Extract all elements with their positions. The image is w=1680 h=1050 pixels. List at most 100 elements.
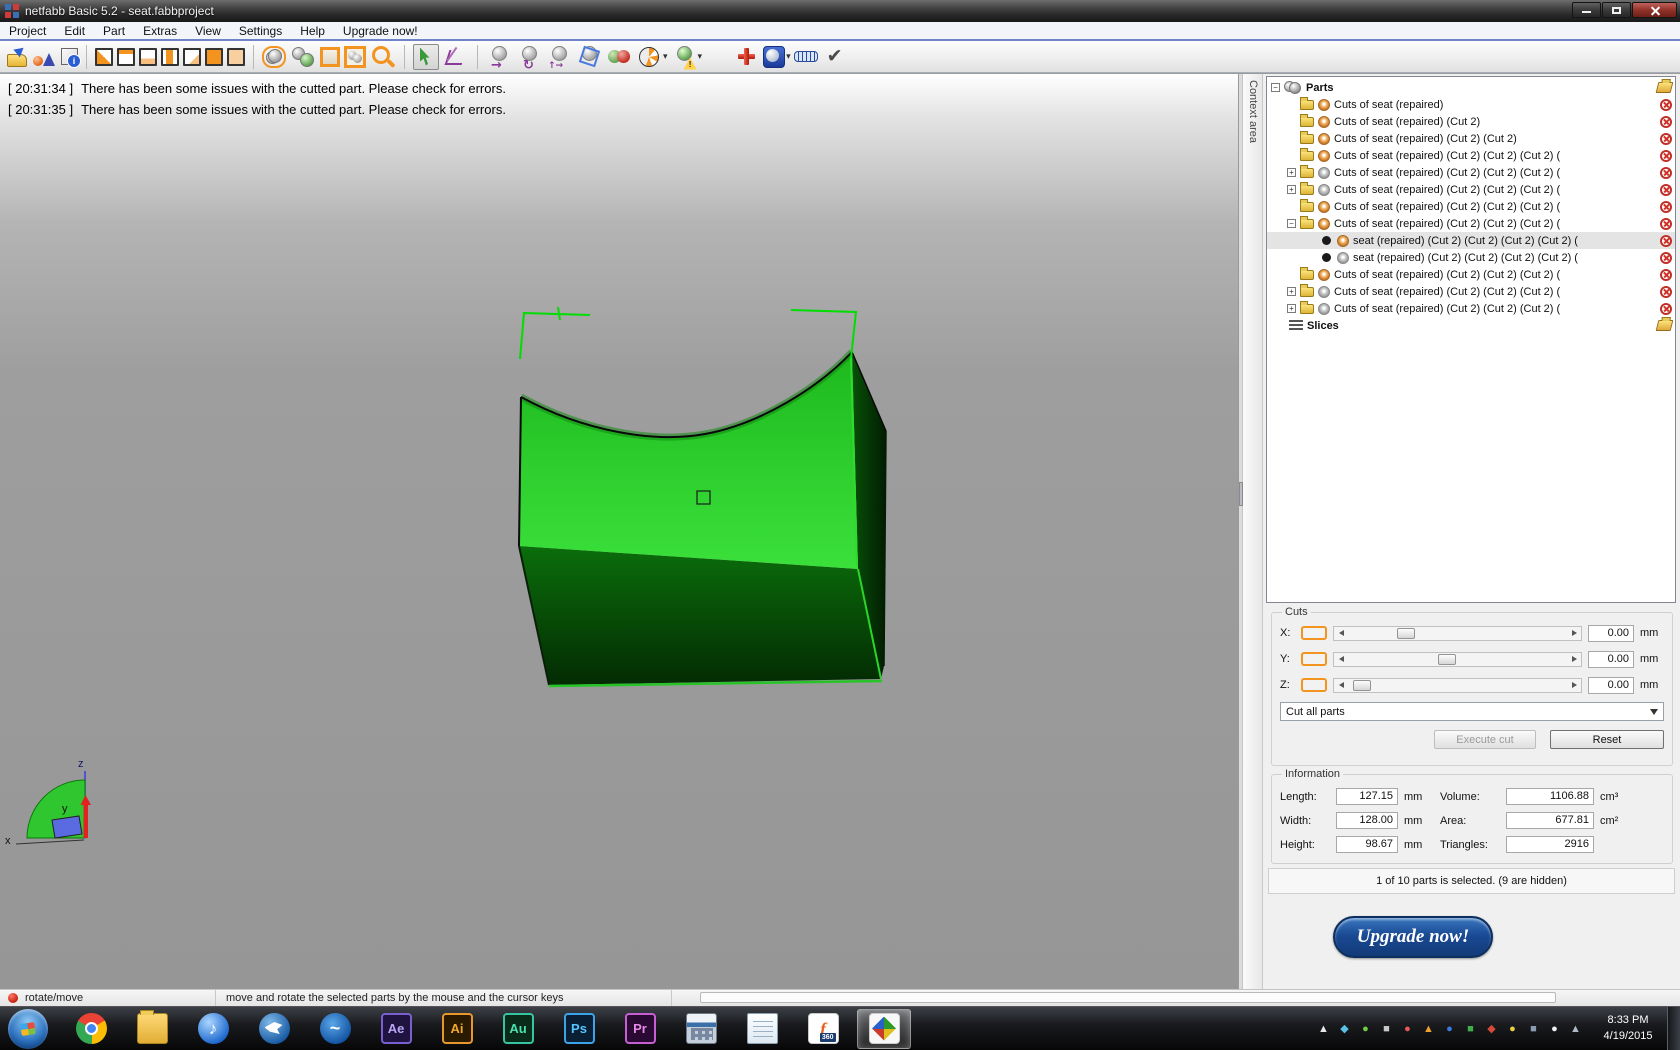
open-folder-icon[interactable] [1656, 320, 1674, 331]
cut-value-field[interactable]: 0.00 [1588, 651, 1634, 668]
add-primitives-icon[interactable] [31, 44, 57, 70]
delete-part-icon[interactable] [1660, 286, 1672, 298]
visibility-eye-icon[interactable] [1318, 303, 1330, 315]
show-desktop-button[interactable] [1667, 1007, 1680, 1050]
tree-expander[interactable]: − [1287, 219, 1296, 228]
part-information-icon[interactable] [61, 48, 78, 65]
zoom-tool-icon[interactable] [370, 44, 396, 70]
delete-part-icon[interactable] [1660, 167, 1672, 179]
taskbar-calculator-icon[interactable] [674, 1009, 728, 1049]
delete-part-icon[interactable] [1660, 99, 1672, 111]
tray-icon-6-icon[interactable]: ● [1442, 1021, 1457, 1036]
tree-item-part[interactable]: −Cuts of seat (repaired) (Cut 2) (Cut 2)… [1267, 215, 1675, 232]
convex-hull-icon[interactable] [576, 44, 602, 70]
cursor-select-icon[interactable] [413, 44, 439, 70]
visibility-eye-icon[interactable] [1318, 116, 1330, 128]
tree-item-part[interactable]: Cuts of seat (repaired) (Cut 2) (Cut 2) [1267, 130, 1675, 147]
chevron-down-icon[interactable]: ▾ [663, 51, 668, 62]
tray-icon-11-icon[interactable]: ● [1547, 1021, 1562, 1036]
tree-expander[interactable]: + [1287, 185, 1296, 194]
tree-item-part[interactable]: Cuts of seat (repaired) (Cut 2) (Cut 2) … [1267, 198, 1675, 215]
menu-settings[interactable]: Settings [230, 23, 291, 39]
cut-mode-select[interactable]: Cut all parts [1280, 702, 1664, 721]
visibility-eye-icon[interactable] [1318, 99, 1330, 111]
reset-button[interactable]: Reset [1550, 730, 1664, 749]
tree-item-seat[interactable]: seat (repaired) (Cut 2) (Cut 2) (Cut 2) … [1267, 232, 1675, 249]
tray-icon-12-icon[interactable]: ▲ [1568, 1021, 1583, 1036]
tree-item-part[interactable]: Cuts of seat (repaired) (Cut 2) (Cut 2) … [1267, 147, 1675, 164]
tree-item-part[interactable]: Cuts of seat (repaired) (Cut 2) [1267, 113, 1675, 130]
viewport-3d[interactable]: z y x [ 20:31:34 ]There has been some is… [0, 74, 1238, 989]
slider-thumb[interactable] [1397, 628, 1415, 639]
apply-check-icon[interactable] [822, 44, 848, 70]
visibility-eye-icon[interactable] [1318, 286, 1330, 298]
maximize-button[interactable] [1602, 2, 1631, 18]
taskbar-google-chrome-icon[interactable] [64, 1009, 118, 1049]
tray-icon-5-icon[interactable]: ▲ [1421, 1021, 1436, 1036]
tray-icon-3-icon[interactable]: ■ [1379, 1021, 1394, 1036]
tree-item-part[interactable]: +Cuts of seat (repaired) (Cut 2) (Cut 2)… [1267, 181, 1675, 198]
menu-extras[interactable]: Extras [134, 23, 186, 39]
view-transparent-icon[interactable] [227, 48, 245, 66]
delete-part-icon[interactable] [1660, 133, 1672, 145]
chevron-down-icon[interactable]: ▾ [786, 51, 791, 62]
execute-cut-button[interactable]: Execute cut [1434, 730, 1536, 749]
menu-help[interactable]: Help [291, 23, 334, 39]
cut-part-icon[interactable] [636, 44, 662, 70]
delete-part-icon[interactable] [1660, 269, 1672, 281]
tree-item-part[interactable]: Cuts of seat (repaired) [1267, 96, 1675, 113]
visibility-eye-icon[interactable] [1318, 167, 1330, 179]
menu-part[interactable]: Part [94, 23, 134, 39]
boolean-operation-icon[interactable] [606, 44, 632, 70]
seat-part[interactable] [519, 352, 886, 686]
view-solid-icon[interactable] [205, 48, 223, 66]
move-part-icon[interactable] [486, 44, 512, 70]
delete-part-icon[interactable] [1660, 201, 1672, 213]
taskbar-notepad-icon[interactable] [735, 1009, 789, 1049]
tree-expander[interactable]: + [1287, 168, 1296, 177]
taskbar-netfabb-icon[interactable] [857, 1009, 911, 1049]
repair-part-icon[interactable] [733, 44, 759, 70]
delete-part-icon[interactable] [1660, 218, 1672, 230]
taskbar-after-effects-icon[interactable]: Ae [369, 1009, 423, 1049]
slider-thumb[interactable] [1353, 680, 1371, 691]
view-diagonal-icon[interactable] [95, 48, 113, 66]
taskbar-illustrator-icon[interactable]: Ai [430, 1009, 484, 1049]
tray-icon-9-icon[interactable]: ● [1505, 1021, 1520, 1036]
tray-icon-10-icon[interactable]: ■ [1526, 1021, 1541, 1036]
start-button[interactable] [8, 1009, 48, 1049]
taskbar-photoshop-icon[interactable]: Ps [552, 1009, 606, 1049]
visibility-eye-icon[interactable] [1318, 269, 1330, 281]
part-analysis-icon[interactable] [671, 44, 697, 70]
tree-expander[interactable]: + [1287, 304, 1296, 313]
menu-upgrade-now[interactable]: Upgrade now! [334, 23, 427, 39]
tree-item-part[interactable]: +Cuts of seat (repaired) (Cut 2) (Cut 2)… [1267, 164, 1675, 181]
visibility-eye-icon[interactable] [1318, 201, 1330, 213]
view-back-icon[interactable] [183, 48, 201, 66]
taskbar-premiere-icon[interactable]: Pr [613, 1009, 667, 1049]
tray-icon-8-icon[interactable]: ◆ [1484, 1021, 1499, 1036]
select-all-parts-icon[interactable] [262, 46, 286, 68]
measure-angle-icon[interactable] [443, 44, 469, 70]
close-button[interactable] [1632, 2, 1677, 18]
visibility-eye-icon[interactable] [1337, 252, 1349, 264]
tray-icon-2-icon[interactable]: ● [1358, 1021, 1373, 1036]
rotate-part-icon[interactable] [516, 44, 542, 70]
tree-root-parts[interactable]: − Parts [1267, 79, 1675, 96]
taskbar-thunderbird-icon[interactable] [247, 1009, 301, 1049]
open-folder-icon[interactable] [1656, 82, 1674, 93]
tree-item-part[interactable]: +Cuts of seat (repaired) (Cut 2) (Cut 2)… [1267, 283, 1675, 300]
parts-on-platform-icon[interactable] [344, 46, 366, 68]
tree-slices[interactable]: Slices [1267, 317, 1675, 334]
menu-view[interactable]: View [186, 23, 230, 39]
parts-tree[interactable]: − Parts Cuts of seat (repaired)Cuts of s… [1266, 76, 1676, 603]
platform-outline-icon[interactable] [320, 47, 340, 67]
delete-part-icon[interactable] [1660, 184, 1672, 196]
cut-position-slider[interactable] [1333, 678, 1582, 693]
minimize-button[interactable] [1572, 2, 1601, 18]
chevron-down-icon[interactable]: ▾ [698, 51, 703, 62]
tray-icon-1-icon[interactable]: ◆ [1337, 1021, 1352, 1036]
visibility-eye-icon[interactable] [1318, 218, 1330, 230]
taskbar-audition-icon[interactable]: Au [491, 1009, 545, 1049]
taskbar-windows-explorer-icon[interactable] [125, 1009, 179, 1049]
